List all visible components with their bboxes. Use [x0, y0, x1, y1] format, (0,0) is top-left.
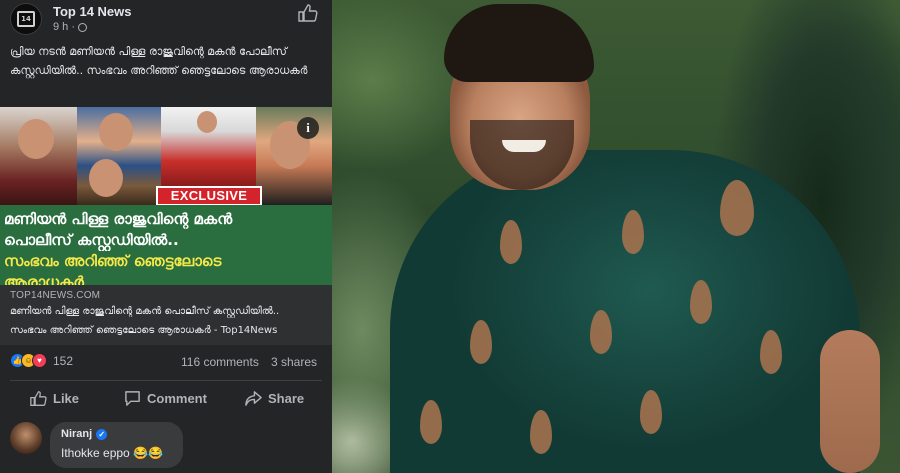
reactions-summary[interactable]: 👍 ☺ ♥ 152: [10, 353, 73, 368]
exclusive-badge: EXCLUSIVE: [156, 186, 262, 206]
share-label: Share: [268, 390, 305, 406]
commenter-name-row: Niranj ✓: [61, 428, 172, 440]
divider: [10, 380, 322, 381]
post-text: പ്രിയ നടൻ മണിയൻ പിള്ള രാജുവിന്റെ മകൻ പോല…: [10, 45, 308, 77]
green-kurta: [390, 150, 860, 473]
like-button[interactable]: Like: [30, 386, 79, 410]
love-reaction-icon: ♥: [32, 353, 47, 368]
link-domain: TOP14NEWS.COM: [10, 290, 101, 301]
headline-line-3: സംഭവം അറിഞ്ഞ് ഞെട്ടലോടെ: [4, 252, 222, 270]
commenter-avatar[interactable]: [10, 422, 42, 454]
post-stats: 👍 ☺ ♥ 152 116 comments 3 shares: [0, 350, 332, 372]
page-logo-icon: 14: [17, 11, 35, 27]
commenter-name[interactable]: Niranj: [61, 428, 92, 440]
link-title-line-1: മണിയൻ പിള്ള രാജുവിന്റെ മകൻ പൊലീസ് കസ്റ്റ…: [10, 306, 280, 317]
headline-line-4: ആരാധകർ: [4, 273, 84, 285]
like-page-icon[interactable]: [298, 4, 318, 22]
comment: Niranj ✓ Ithokke eppo 😂😂: [0, 420, 332, 473]
collage-photo-4: [256, 107, 332, 205]
share-icon: [245, 390, 262, 406]
reaction-count: 152: [53, 353, 74, 368]
shares-count[interactable]: 3 shares: [271, 355, 317, 369]
globe-icon: [78, 22, 88, 32]
collage-photo-1: [0, 107, 77, 205]
link-caption[interactable]: TOP14NEWS.COM മണിയൻ പിള്ള രാജുവിന്റെ മകൻ…: [0, 285, 332, 345]
comment-bubble: Niranj ✓ Ithokke eppo 😂😂: [50, 422, 183, 468]
facebook-post: 14 Top 14 News 9 h · പ്രിയ നടൻ മണിയൻ പിള…: [0, 0, 332, 473]
post-time[interactable]: 9 h ·: [53, 21, 75, 33]
headline-line-1: മണിയൻ പിള്ള രാജുവിന്റെ മകൻ: [4, 210, 233, 228]
hair: [444, 4, 594, 82]
thumbs-up-icon: [30, 390, 47, 406]
action-bar: Like Comment Share: [0, 386, 332, 410]
page-name[interactable]: Top 14 News: [53, 4, 132, 19]
link-title-line-2: സംഭവം അറിഞ്ഞ് ഞെട്ടലോടെ ആരാധകർ - Top14Ne…: [10, 325, 278, 336]
comments-count[interactable]: 116 comments: [181, 355, 259, 369]
hand: [820, 330, 880, 473]
like-label: Like: [53, 390, 80, 406]
comment-text: Ithokke eppo 😂😂: [61, 446, 163, 460]
comment-icon: [125, 390, 140, 406]
verified-icon: ✓: [96, 428, 108, 440]
page-avatar[interactable]: 14: [10, 3, 42, 35]
headline-banner: മണിയൻ പിള്ള രാജുവിന്റെ മകൻ പൊലീസ് കസ്റ്റ…: [0, 205, 332, 285]
comment-button[interactable]: Comment: [124, 386, 207, 410]
smile: [502, 140, 546, 152]
headline-line-2: പൊലീസ് കസ്റ്റഡിയിൽ..: [4, 231, 179, 249]
portrait-photo: [332, 0, 900, 473]
collage-photo-2: [77, 107, 161, 205]
comment-label: Comment: [147, 390, 207, 406]
post-header: 14 Top 14 News 9 h ·: [0, 0, 332, 40]
post-meta: 9 h ·: [53, 21, 88, 33]
share-button[interactable]: Share: [245, 386, 304, 410]
link-preview-image[interactable]: i EXCLUSIVE മണിയൻ പിള്ള രാജുവിന്റെ മകൻ പ…: [0, 107, 332, 285]
info-icon[interactable]: i: [297, 117, 319, 139]
